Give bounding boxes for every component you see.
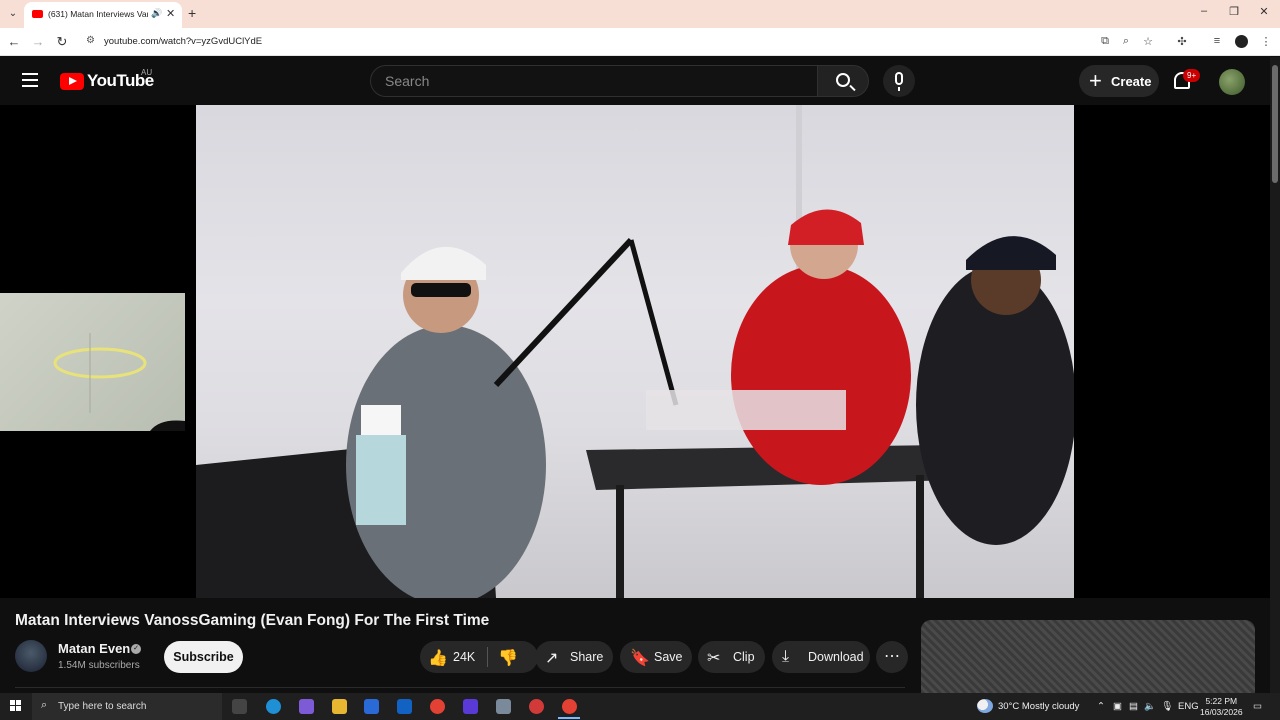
url-text[interactable]: youtube.com/watch?v=yzGvdUClYdE [104,36,262,47]
menu-icon[interactable] [22,73,38,87]
tab-title: (631) Matan Interviews Van [48,9,148,19]
like-count[interactable]: 24K [453,650,475,664]
video-player[interactable]: ✋ [0,105,1270,659]
app-icon[interactable] [463,699,478,714]
notification-count-badge: 9+ [1183,69,1201,82]
channel-avatar[interactable] [15,640,47,672]
scrollbar-thumb[interactable] [1272,65,1278,183]
browser-toolbar: ← → ↻ ⚙ youtube.com/watch?v=yzGvdUClYdE … [0,28,1280,56]
site-info-icon[interactable]: ⚙ [86,35,95,46]
verified-check-icon: ✓ [131,644,141,654]
volume-icon[interactable]: 🔈 [1144,701,1156,712]
taskbar-search-box[interactable]: ⌕ Type here to search [32,693,222,720]
forward-arrow-icon[interactable]: → [30,34,46,49]
weather-icon[interactable] [977,699,993,713]
file-explorer-icon[interactable] [332,699,347,714]
chrome-menu-icon[interactable]: ⋮ [1258,35,1274,48]
clock-date: 16/03/2026 [1200,707,1243,717]
app-icon[interactable] [496,699,511,714]
thumbs-down-icon[interactable]: 👎 [498,648,518,668]
language-indicator[interactable]: ENG [1178,701,1199,712]
search-icon [836,73,850,87]
zoom-icon[interactable]: ⌕ [1118,35,1134,48]
channel-name[interactable]: Matan Even [58,641,130,656]
windows-taskbar: ⌕ Type here to search 30°C Mostly cloudy… [0,693,1280,720]
clip-label: Clip [733,650,755,664]
restore-icon[interactable]: ❐ [1222,5,1246,18]
search-icon: ⌕ [41,699,48,711]
speaker-icon[interactable]: 🔊 [151,8,162,19]
new-tab-button[interactable]: + [188,5,196,21]
reload-icon[interactable]: ↻ [54,34,70,50]
bookmark-star-icon[interactable]: ☆ [1140,35,1156,48]
task-view-icon[interactable] [232,699,247,714]
country-code: AU [141,68,153,77]
chrome-active-icon[interactable] [562,699,577,714]
bookmark-icon: 🔖 [630,650,650,667]
microphone-icon [895,72,903,85]
meet-icon[interactable]: ▣ [1113,701,1122,712]
subscribe-button[interactable]: Subscribe [164,641,243,673]
taskbar-clock[interactable]: 5:22 PM 16/03/2026 [1200,696,1243,718]
tab-search-chevron-icon[interactable]: ⌄ [4,6,22,22]
video-frame[interactable] [196,105,1074,598]
plus-icon: + [1089,68,1102,93]
clip-button[interactable]: ✂ Clip [698,641,765,673]
network-icon[interactable]: ▤ [1129,701,1138,712]
tray-chevron-icon[interactable]: ⌃ [1097,701,1105,712]
search-input[interactable]: Search [370,65,818,97]
share-label: Share [570,650,604,664]
download-icon: ⤓ [782,648,790,665]
voice-search-button[interactable] [883,65,915,97]
weather-text[interactable]: 30°C Mostly cloudy [998,701,1079,712]
taskbar-search-placeholder: Type here to search [58,701,147,712]
account-avatar[interactable] [1219,69,1245,95]
copilot-icon[interactable] [299,699,314,714]
youtube-logo-icon[interactable] [60,73,84,90]
tab-close-icon[interactable]: ✕ [166,7,175,20]
share-icon: ↗ [545,650,559,667]
browser-tab-active[interactable]: (631) Matan Interviews Van 🔊 ✕ [24,2,182,28]
notification-center-icon[interactable]: ▭ [1253,701,1262,712]
save-button[interactable]: 🔖 Save [620,641,692,673]
chrome-icon[interactable] [430,699,445,714]
video-scene-image [196,105,1074,598]
like-dislike-group: 👍 24K 👎 [420,641,538,673]
video-info-section: Matan Interviews VanossGaming (Evan Fong… [0,598,1270,693]
clock-time: 5:22 PM [1205,696,1238,706]
browser-tab-strip: ⌄ (631) Matan Interviews Van 🔊 ✕ + – ❐ ✕ [0,0,1280,28]
page-scrollbar[interactable] [1270,57,1280,693]
app-icon[interactable] [529,699,544,714]
more-actions-button[interactable]: ⋯ [876,641,908,673]
cameo-overlay-image [0,293,185,431]
share-button[interactable]: ↗ Share [535,641,613,673]
edge-icon[interactable] [266,699,281,714]
store-icon[interactable] [364,699,379,714]
save-label: Save [654,650,683,664]
download-label: Download [808,650,864,664]
create-label: Create [1111,74,1152,89]
sidebar-ad-placeholder[interactable] [921,620,1255,693]
microphone-tray-icon[interactable]: 🎙 [1161,701,1173,712]
media-controls-icon[interactable]: ≡ [1209,35,1225,47]
more-horizontal-icon: ⋯ [884,648,900,665]
windows-start-icon[interactable] [10,700,22,712]
browser-profile-avatar[interactable] [1235,35,1248,48]
subscriber-count: 1.54M subscribers [58,660,140,671]
video-title: Matan Interviews VanossGaming (Evan Fong… [15,612,490,629]
extensions-icon[interactable]: ✣ [1174,35,1190,48]
search-button[interactable] [817,65,869,97]
download-button[interactable]: ⤓ Download [772,641,870,673]
address-bar[interactable]: ⚙ youtube.com/watch?v=yzGvdUClYdE [78,31,1098,53]
window-close-icon[interactable]: ✕ [1252,5,1276,18]
minimize-icon[interactable]: – [1192,5,1216,17]
youtube-header: YouTube AU Search + Create 9+ [0,57,1270,105]
outlook-icon[interactable] [397,699,412,714]
youtube-favicon-icon [32,10,43,18]
back-arrow-icon[interactable]: ← [6,34,22,49]
install-app-icon[interactable]: ⧉ [1097,35,1113,48]
create-button[interactable]: + Create [1079,65,1159,97]
thumbs-up-icon[interactable]: 👍 [428,648,448,668]
scissors-icon: ✂ [707,650,721,667]
